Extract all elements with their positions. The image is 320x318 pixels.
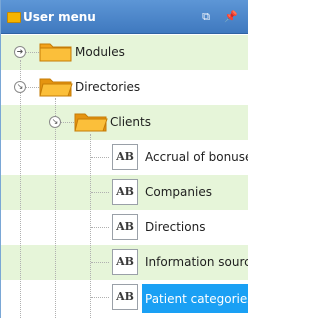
folder-icon xyxy=(39,43,72,62)
tree-item-directions[interactable]: Directions xyxy=(145,220,205,234)
expand-arrow-icon[interactable]: ➜ xyxy=(14,46,26,58)
document-ab-icon: AB xyxy=(112,179,138,205)
document-ab-icon: AB xyxy=(112,249,138,275)
tree-item-patient-categories[interactable]: Patient categories xyxy=(145,292,248,306)
open-folder-icon xyxy=(74,113,108,132)
tree-branch-companies xyxy=(91,192,109,193)
tree-line-clients xyxy=(90,134,91,318)
tree-line-directories xyxy=(55,98,56,318)
document-ab-icon: AB xyxy=(112,144,138,170)
collapse-arrow-icon[interactable]: ↘ xyxy=(49,116,61,128)
panel-title: User menu xyxy=(23,10,96,24)
tree-item-clients[interactable]: Clients xyxy=(110,115,151,129)
tree-line-root xyxy=(20,60,21,318)
tree-item-directories[interactable]: Directories xyxy=(75,80,140,94)
tree-item-modules[interactable]: Modules xyxy=(75,45,125,59)
open-folder-icon xyxy=(39,78,73,97)
menu-folder-icon xyxy=(7,12,21,23)
tree-branch-patient-categories xyxy=(91,297,109,298)
document-ab-icon: AB xyxy=(112,214,138,240)
user-menu-panel: User menu ⧉ 📌 ➜ Modules ↘ Directories ↘ … xyxy=(0,0,248,318)
tree-branch-directions xyxy=(91,227,109,228)
tree-branch-accrual xyxy=(91,157,109,158)
pin-icon[interactable]: 📌 xyxy=(223,9,239,25)
panel-titlebar: User menu ⧉ 📌 xyxy=(1,0,248,34)
tree-branch-info-sources xyxy=(91,262,109,263)
tree-item-companies[interactable]: Companies xyxy=(145,185,212,199)
tree-item-information-sources[interactable]: Information sources xyxy=(145,255,248,269)
restore-window-icon[interactable]: ⧉ xyxy=(198,9,214,25)
document-ab-icon: AB xyxy=(112,284,138,310)
tree-item-accrual-of-bonuses[interactable]: Accrual of bonuses xyxy=(145,150,248,164)
collapse-arrow-icon[interactable]: ↘ xyxy=(14,81,26,93)
tree-item-patient-categories-selected[interactable]: Patient categories xyxy=(142,284,248,313)
